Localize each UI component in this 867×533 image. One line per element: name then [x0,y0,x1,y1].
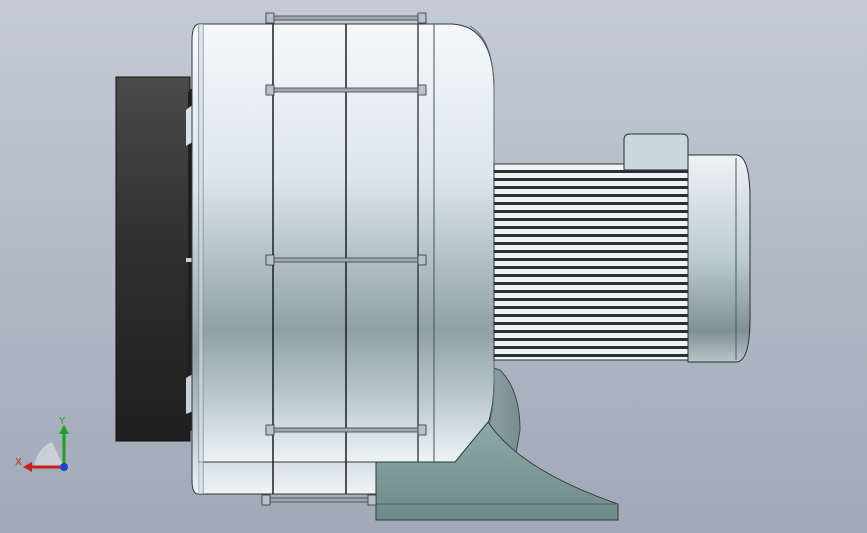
motor-fin [494,354,688,357]
tie-rod[interactable] [265,12,427,24]
hex-nut [261,494,271,506]
motor-fin [494,178,688,181]
x-axis-arrow-icon [23,462,32,472]
motor-fin [494,298,688,301]
inlet-flange[interactable] [115,76,198,442]
blower-3d-model[interactable] [0,0,867,533]
motor-fin [494,314,688,317]
hex-nut [367,494,377,506]
motor-fin [494,242,688,245]
motor-fin [494,202,688,205]
motor-fin [494,346,688,349]
reference-triad: Y X [15,416,69,472]
graphics-viewport[interactable]: Y X [0,0,867,533]
hex-nut [417,12,427,24]
motor-fin [494,210,688,213]
tie-rod[interactable] [261,494,377,506]
motor-fin [494,290,688,293]
z-axis-dot-icon [60,463,68,471]
motor-body[interactable] [493,163,689,361]
motor-fin [494,282,688,285]
motor-fin [494,186,688,189]
hex-nut [417,254,427,266]
motor-end-cap[interactable] [687,154,751,363]
motor-fin [494,234,688,237]
y-axis-label: Y [58,416,66,427]
motor-fin [494,266,688,269]
motor-fin [494,338,688,341]
hex-nut [265,84,275,96]
motor-fin [494,306,688,309]
motor-fin [494,330,688,333]
hex-nut [417,84,427,96]
terminal-box[interactable] [623,133,689,171]
hex-nut [265,12,275,24]
hex-nut [265,254,275,266]
motor-fin [494,250,688,253]
motor-fin [494,226,688,229]
motor-fin [494,322,688,325]
motor-fin [494,258,688,261]
x-axis-label: X [15,457,22,468]
motor-fin [494,194,688,197]
hex-nut [265,424,275,436]
motor-fin [494,274,688,277]
motor-fin [494,218,688,221]
hex-nut [417,424,427,436]
